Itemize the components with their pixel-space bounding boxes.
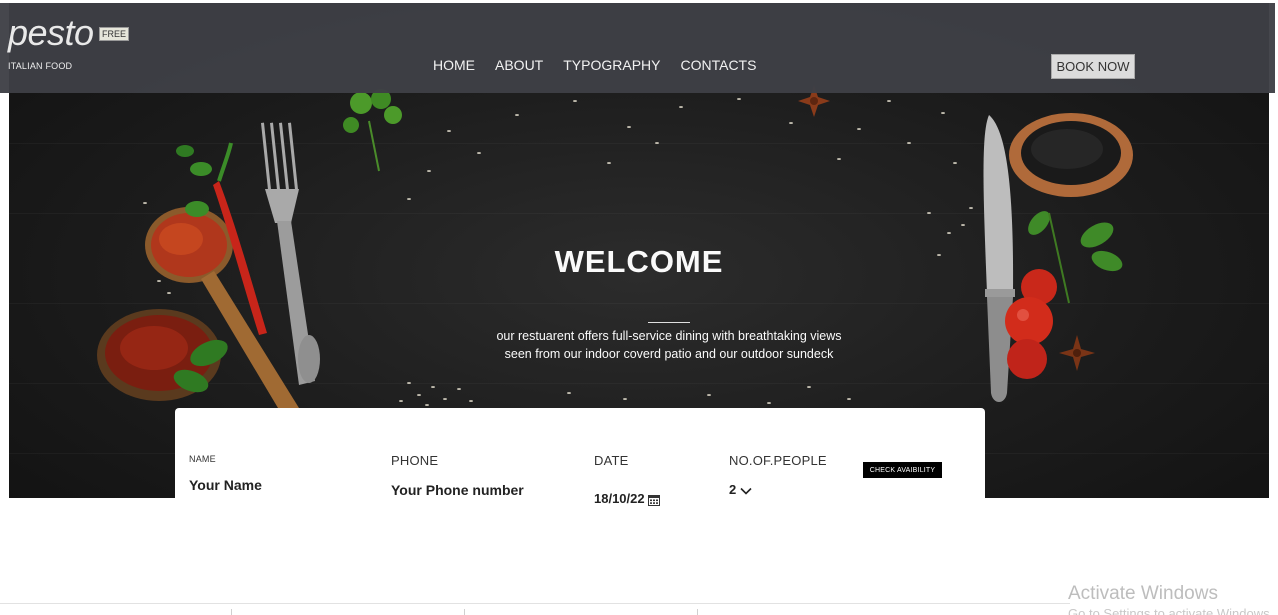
phone-field[interactable]: Your Phone number [391, 482, 524, 498]
site-logo[interactable]: pesto [8, 12, 94, 54]
people-value: 2 [729, 482, 737, 497]
site-header: pesto FREE ITALIAN FOOD HOME ABOUT TYPOG… [0, 3, 1275, 93]
nav-home[interactable]: HOME [433, 57, 475, 73]
page-divider-tick [464, 609, 465, 615]
site-tagline: ITALIAN FOOD [8, 61, 73, 71]
seed-bowl-icon [1009, 113, 1133, 197]
nav-contacts[interactable]: CONTACTS [680, 57, 756, 73]
cilantro-leaf-icon [343, 89, 402, 172]
date-field[interactable]: 18/10/22 [594, 491, 661, 506]
activate-windows-subtitle: Go to Settings to activate Windows. [1068, 606, 1274, 615]
nav-about[interactable]: ABOUT [495, 57, 543, 73]
booking-form: NAME Your Name PHONE Your Phone number D… [175, 408, 985, 506]
name-label: NAME [189, 454, 216, 464]
page-divider [0, 603, 1070, 604]
hero-title: WELCOME [554, 244, 724, 279]
people-label: NO.OF.PEOPLE [729, 453, 827, 468]
calendar-icon[interactable] [648, 494, 661, 506]
page-divider-tick [697, 609, 698, 615]
hero-description-line-2: seen from our indoor coverd patio and ou… [504, 347, 834, 361]
main-nav: HOME ABOUT TYPOGRAPHY CONTACTS [433, 57, 756, 73]
date-label: DATE [594, 453, 629, 468]
phone-label: PHONE [391, 453, 439, 468]
hero-description-line-1: our restuarent offers full-service dinin… [496, 329, 842, 343]
hero-description: our restuarent offers full-service dinin… [469, 327, 869, 363]
date-value: 18/10/22 [594, 491, 645, 506]
name-field[interactable]: Your Name [189, 477, 262, 493]
page-divider-tick [231, 609, 232, 615]
nav-typography[interactable]: TYPOGRAPHY [563, 57, 660, 73]
check-availability-button[interactable]: CHECK AVAIBILITY [863, 462, 942, 478]
activate-windows-title: Activate Windows [1068, 583, 1218, 604]
logo-badge: FREE [99, 27, 130, 41]
hero-divider [648, 322, 690, 323]
people-select[interactable]: 2 [729, 482, 752, 497]
book-now-button[interactable]: BOOK NOW [1051, 54, 1135, 79]
chevron-down-icon[interactable] [740, 487, 752, 495]
